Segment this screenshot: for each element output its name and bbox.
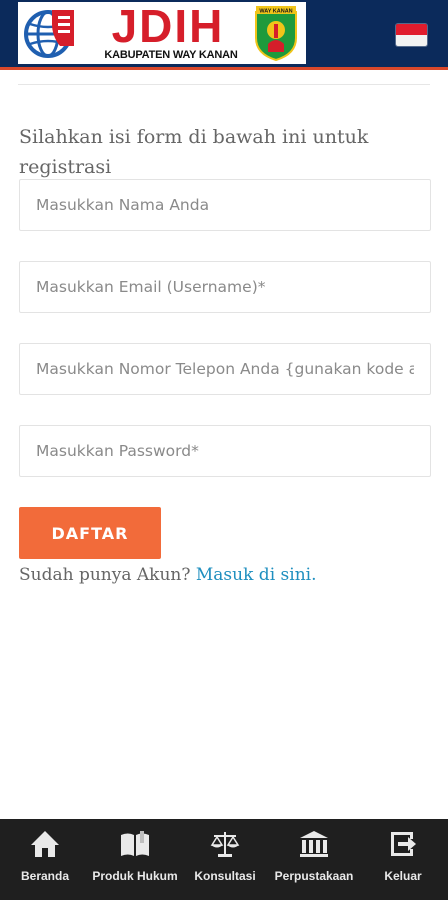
nav-label-konsultasi: Konsultasi bbox=[194, 869, 256, 883]
logo-title: JDIH bbox=[111, 0, 225, 52]
login-link[interactable]: Masuk di sini. bbox=[196, 565, 317, 585]
nav-item-keluar[interactable]: Keluar bbox=[364, 819, 442, 900]
nav-item-perpustakaan[interactable]: Perpustakaan bbox=[266, 819, 362, 900]
login-prompt-text: Sudah punya Akun? bbox=[19, 565, 191, 585]
nav-item-beranda[interactable]: Beranda bbox=[6, 819, 84, 900]
logout-icon bbox=[391, 832, 416, 856]
way-kanan-emblem-icon: WAY KANAN bbox=[250, 4, 302, 62]
login-prompt-line: Sudah punya Akun? Masuk di sini. bbox=[19, 563, 316, 587]
nav-label-beranda: Beranda bbox=[20, 869, 70, 883]
register-button[interactable]: DAFTAR bbox=[19, 507, 161, 559]
nav-label-produk-hukum: Produk Hukum bbox=[92, 869, 178, 883]
globe-icon bbox=[24, 10, 74, 58]
name-input[interactable] bbox=[19, 179, 431, 231]
nav-item-produk-hukum[interactable]: Produk Hukum bbox=[86, 819, 184, 900]
svg-text:WAY KANAN: WAY KANAN bbox=[259, 9, 292, 15]
jdih-logo[interactable]: JDIH KABUPATEN WAY KANAN WAY KANAN bbox=[18, 2, 306, 64]
app-header: JDIH KABUPATEN WAY KANAN WAY KANAN bbox=[0, 0, 448, 70]
logo-subtitle: KABUPATEN WAY KANAN bbox=[104, 49, 238, 61]
library-icon bbox=[300, 831, 328, 857]
book-icon bbox=[121, 831, 149, 856]
divider bbox=[18, 84, 430, 85]
phone-input[interactable] bbox=[19, 343, 431, 395]
scale-icon bbox=[210, 832, 240, 857]
nav-label-keluar: Keluar bbox=[384, 869, 422, 883]
password-input[interactable] bbox=[19, 425, 431, 477]
nav-item-konsultasi[interactable]: Konsultasi bbox=[186, 819, 264, 900]
indonesia-flag-icon[interactable] bbox=[396, 24, 427, 46]
home-icon bbox=[31, 831, 59, 857]
form-intro-text: Silahkan isi form di bawah ini untuk reg… bbox=[19, 126, 369, 178]
bottom-navigation: Beranda Produk Hukum Konsultasi Perpusta… bbox=[0, 819, 448, 900]
nav-label-perpustakaan: Perpustakaan bbox=[274, 869, 354, 883]
email-input[interactable] bbox=[19, 261, 431, 313]
